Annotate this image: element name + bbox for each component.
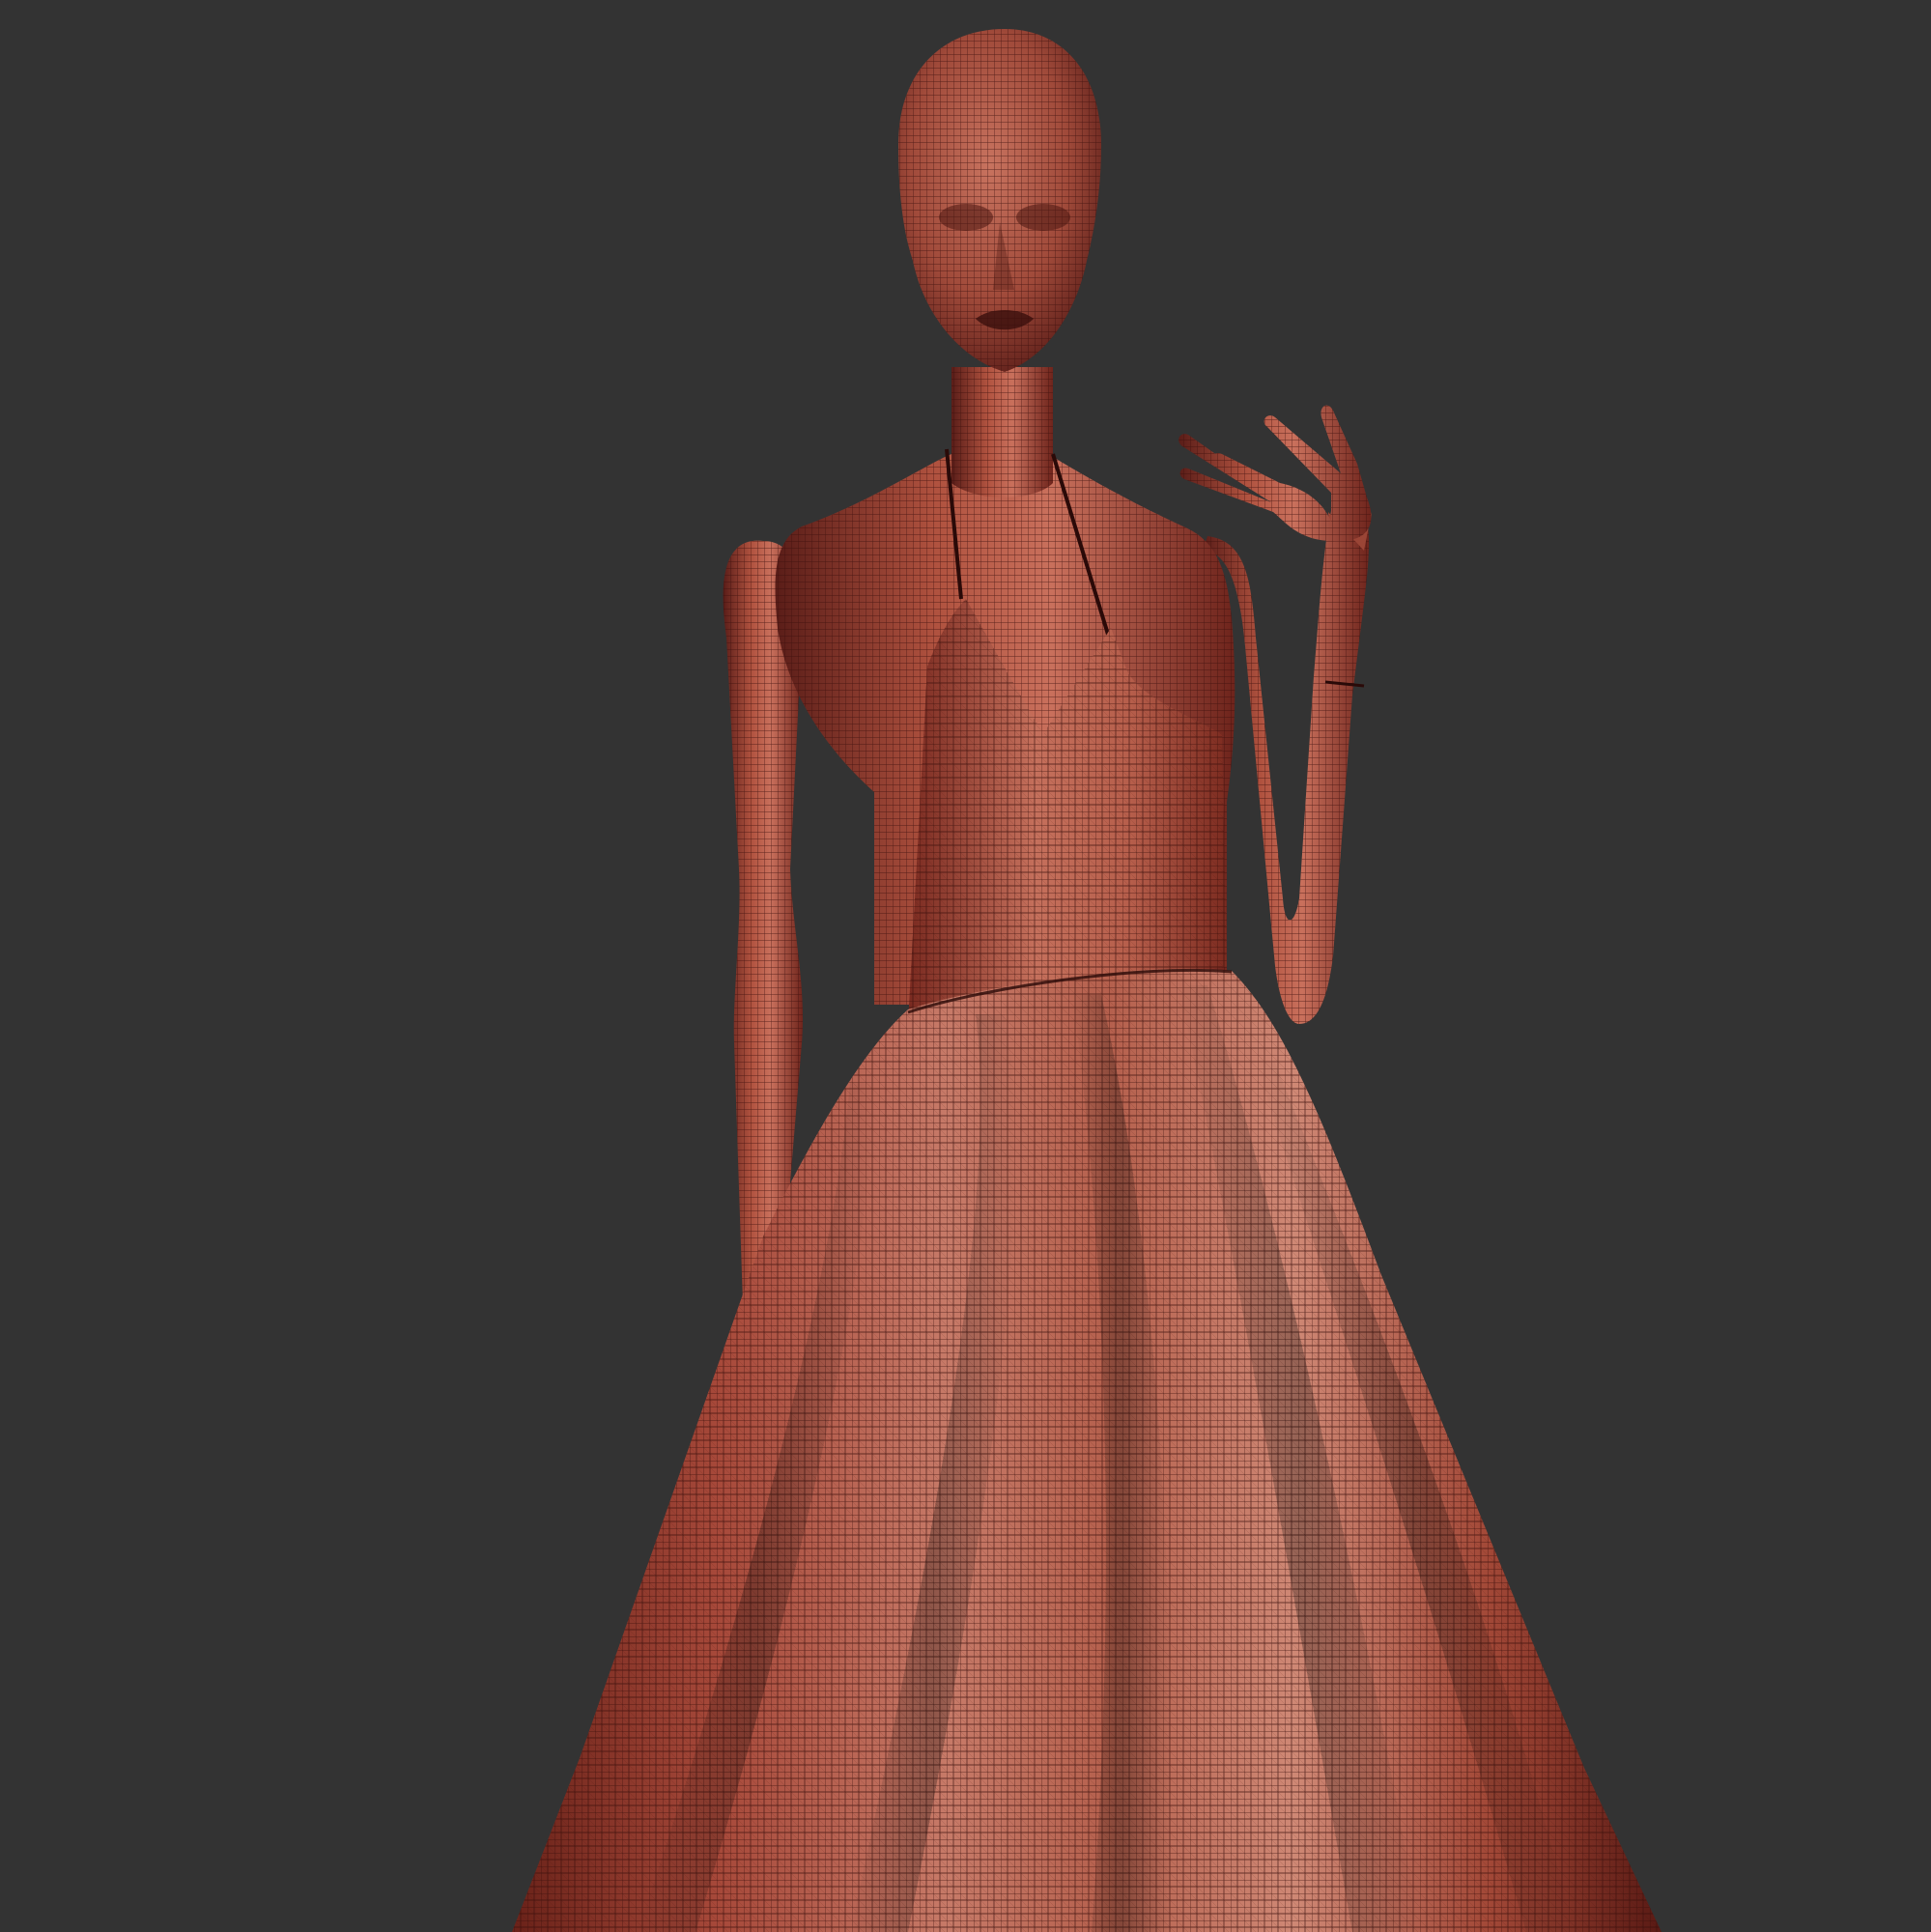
3d-viewport[interactable] bbox=[0, 0, 1931, 1932]
render-canvas bbox=[0, 0, 1931, 1932]
neck bbox=[951, 367, 1053, 497]
